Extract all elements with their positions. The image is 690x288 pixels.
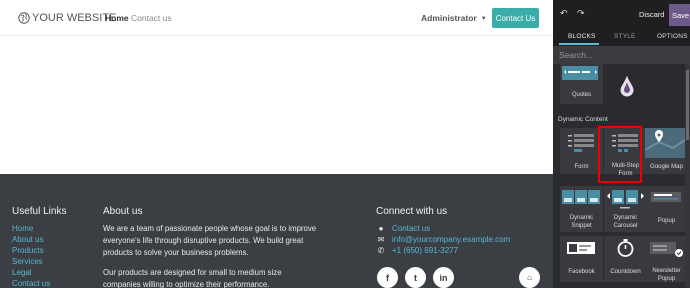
block-countdown[interactable]: Countdown — [604, 236, 647, 282]
block-label: Newsletter — [652, 268, 681, 274]
block-label: Popup — [657, 276, 676, 282]
envelope-icon: ✉ — [377, 235, 385, 244]
search-placeholder: Search... — [559, 50, 594, 60]
site-footer: Useful Links Home About us Products Serv… — [0, 174, 553, 288]
block-quotes[interactable]: Quotes — [560, 64, 603, 104]
footer-link-contact[interactable]: Contact us — [12, 279, 50, 288]
caret-down-icon: ▼ — [480, 16, 487, 22]
connect-heading: Connect with us — [376, 206, 448, 217]
block-label: Dynamic — [613, 215, 638, 221]
footer-link-services[interactable]: Services — [12, 257, 43, 266]
discard-button[interactable]: Discard — [639, 10, 664, 19]
user-menu[interactable]: Administrator ▼ — [421, 13, 487, 23]
block-label: Google Map — [650, 164, 683, 170]
block-label: Dynamic — [569, 215, 594, 221]
useful-links-heading: Useful Links — [12, 206, 67, 217]
home-icon[interactable]: ⌂ — [519, 267, 540, 288]
block-label: Facebook — [568, 269, 595, 275]
email-link[interactable]: info@yourcompany.example.com — [392, 235, 510, 244]
block-label: Snippet — [571, 223, 592, 229]
popup-thumbnail-icon — [651, 192, 681, 202]
blocks-scrollbar-thumb[interactable] — [686, 70, 689, 140]
linkedin-icon[interactable]: in — [433, 267, 454, 288]
site-logo[interactable]: YOUR WEBSITE — [18, 12, 116, 24]
block-drop[interactable] — [604, 64, 647, 104]
tab-style[interactable]: STYLE — [614, 33, 636, 40]
dynamic-carousel-thumbnail-icon — [607, 190, 644, 209]
section-dynamic-content: Dynamic Content — [558, 116, 608, 123]
footer-link-legal[interactable]: Legal — [12, 268, 32, 277]
about-text-line: everyone's life through disruptive produ… — [103, 236, 304, 245]
phone-row: ✆ +1 (650) 691-3277 — [376, 246, 458, 255]
user-menu-label: Administrator — [421, 13, 477, 23]
logo-text: YOUR WEBSITE — [32, 12, 117, 24]
block-facebook[interactable]: Facebook — [560, 236, 603, 282]
footer-link-about[interactable]: About us — [12, 235, 44, 244]
blocks-search-input[interactable]: Search... — [553, 46, 690, 64]
map-thumbnail-icon — [645, 128, 688, 158]
stopwatch-icon — [617, 239, 634, 257]
active-tab-indicator — [559, 43, 599, 45]
site-header: YOUR WEBSITE Home Contact us Administrat… — [0, 0, 553, 36]
block-form[interactable]: Form — [560, 128, 603, 174]
page-root: YOUR WEBSITE Home Contact us Administrat… — [0, 0, 690, 288]
newsletter-popup-thumbnail-icon — [650, 242, 683, 257]
tab-options[interactable]: OPTIONS — [657, 33, 688, 40]
save-button[interactable]: Save — [669, 4, 690, 26]
block-label: Form — [574, 164, 589, 170]
footer-link-home[interactable]: Home — [12, 224, 33, 233]
editor-toolbar: ↶ ↷ Discard Save — [553, 0, 690, 30]
dynamic-snippet-thumbnail-icon — [562, 190, 600, 204]
website-preview: YOUR WEBSITE Home Contact us Administrat… — [0, 0, 553, 288]
phone-link[interactable]: +1 (650) 691-3277 — [392, 246, 458, 255]
form-thumbnail-icon — [568, 134, 594, 152]
contact-row: ● Contact us — [376, 224, 431, 233]
nav-home-link[interactable]: Home — [105, 13, 129, 23]
quotes-thumbnail-icon — [562, 66, 598, 80]
contact-link[interactable]: Contact us — [392, 224, 430, 233]
block-google-map[interactable]: Google Map — [645, 128, 688, 174]
redo-icon[interactable]: ↷ — [577, 8, 585, 19]
globe-logo-icon — [18, 12, 30, 24]
facebook-icon[interactable]: f — [377, 267, 398, 288]
facebook-thumbnail-icon — [567, 242, 595, 254]
footer-link-products[interactable]: Products — [12, 246, 44, 255]
about-text-line: companies willing to optimize their perf… — [103, 280, 270, 288]
about-heading: About us — [103, 206, 143, 217]
block-label: Countdown — [610, 269, 641, 275]
block-label: Quotes — [571, 92, 592, 98]
block-label: Popup — [657, 218, 676, 224]
block-popup[interactable]: Popup — [645, 186, 688, 232]
contact-us-button[interactable]: Contact Us — [492, 8, 539, 28]
twitter-icon[interactable]: t — [405, 267, 426, 288]
email-row: ✉ info@yourcompany.example.com — [376, 235, 511, 244]
tab-blocks[interactable]: BLOCKS — [568, 33, 596, 40]
block-dynamic-carousel[interactable]: Dynamic Carousel — [604, 186, 647, 232]
block-label: Carousel — [613, 223, 638, 229]
about-text-line: We are a team of passionate people whose… — [103, 224, 317, 233]
droplet-icon — [620, 76, 634, 97]
nav-contact-link[interactable]: Contact us — [131, 13, 172, 23]
block-newsletter-popup[interactable]: Newsletter Popup — [645, 236, 688, 282]
about-text-line: Our products are designed for small to m… — [103, 268, 282, 277]
undo-icon[interactable]: ↶ — [560, 8, 568, 19]
comment-icon: ● — [378, 224, 384, 233]
phone-icon: ✆ — [377, 246, 385, 255]
block-dynamic-snippet[interactable]: Dynamic Snippet — [560, 186, 603, 232]
about-text-line: products to solve your business problems… — [103, 248, 249, 257]
highlight-box — [598, 126, 642, 183]
